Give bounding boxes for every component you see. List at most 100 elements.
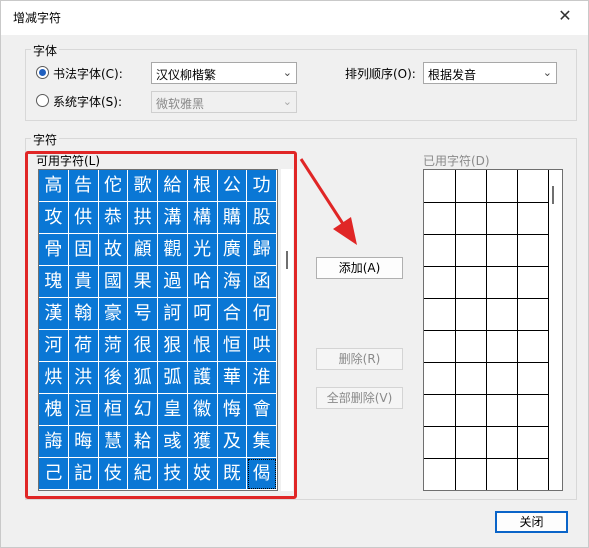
- char-cell[interactable]: 狐: [128, 362, 158, 394]
- char-cell[interactable]: 槐: [39, 394, 69, 426]
- close-window-icon[interactable]: ✕: [556, 7, 574, 25]
- char-cell[interactable]: 弧: [158, 362, 188, 394]
- char-cell[interactable]: 函: [247, 266, 277, 298]
- char-cell[interactable]: 哈: [187, 266, 218, 298]
- char-cell[interactable]: 公: [217, 170, 248, 202]
- char-cell[interactable]: 光: [187, 234, 218, 266]
- available-scrollbar-thumb[interactable]: [286, 251, 288, 269]
- arrow-annotation-head: [333, 217, 357, 245]
- char-cell[interactable]: 瑰: [39, 266, 69, 298]
- char-cell[interactable]: 伎: [98, 458, 129, 490]
- remove-all-button[interactable]: 全部删除(V): [316, 387, 403, 409]
- char-cell[interactable]: 國: [98, 266, 129, 298]
- char-cell[interactable]: 拱: [128, 202, 158, 234]
- char-cell[interactable]: 彧: [158, 426, 188, 458]
- char-cell[interactable]: 呵: [187, 298, 218, 330]
- system-font-label[interactable]: 系统字体(S):: [53, 93, 122, 110]
- char-cell[interactable]: 股: [247, 202, 277, 234]
- char-cell[interactable]: 固: [68, 234, 99, 266]
- char-cell[interactable]: 烘: [39, 362, 69, 394]
- char-cell[interactable]: 漢: [39, 298, 69, 330]
- char-cell[interactable]: 恒: [217, 330, 248, 362]
- char-cell[interactable]: 骨: [39, 234, 69, 266]
- char-cell[interactable]: 根: [187, 170, 218, 202]
- char-cell[interactable]: 歌: [128, 170, 158, 202]
- char-cell[interactable]: 徽: [187, 394, 218, 426]
- char-cell[interactable]: 誨: [39, 426, 69, 458]
- calligraphy-font-label[interactable]: 书法字体(C):: [53, 65, 123, 82]
- char-cell[interactable]: 華: [217, 362, 248, 394]
- char-cell[interactable]: 記: [68, 458, 99, 490]
- char-cell[interactable]: 哄: [247, 330, 277, 362]
- char-cell[interactable]: 合: [217, 298, 248, 330]
- char-cell[interactable]: 攻: [39, 202, 69, 234]
- char-cell[interactable]: 号: [128, 298, 158, 330]
- char-cell[interactable]: 既: [217, 458, 248, 490]
- add-button[interactable]: 添加(A): [316, 257, 403, 279]
- remove-button[interactable]: 删除(R): [316, 348, 403, 370]
- char-cell[interactable]: 悔: [217, 394, 248, 426]
- available-chars-grid[interactable]: 高告佗歌給根公功攻供恭拱溝構購股骨固故顧觀光廣歸瑰貴國果過哈海函漢翰豪号訶呵合何…: [38, 169, 278, 491]
- char-cell[interactable]: 豪: [98, 298, 129, 330]
- char-cell[interactable]: 過: [158, 266, 188, 298]
- char-cell[interactable]: 幻: [128, 394, 158, 426]
- char-cell[interactable]: 慧: [98, 426, 129, 458]
- calligraphy-font-radio[interactable]: [36, 66, 49, 79]
- char-cell[interactable]: 會: [247, 394, 277, 426]
- used-scrollbar-thumb[interactable]: [552, 186, 554, 204]
- add-remove-chars-dialog: 增减字符 ✕ 字体 书法字体(C): 汉仪柳楷繁 ⌄ 排列顺序(O): 根据发音…: [0, 0, 589, 548]
- char-cell[interactable]: 歸: [247, 234, 277, 266]
- char-cell[interactable]: 海: [217, 266, 248, 298]
- char-cell[interactable]: 己: [39, 458, 69, 490]
- char-cell[interactable]: 妓: [187, 458, 218, 490]
- char-cell[interactable]: 偈: [247, 458, 277, 490]
- char-cell[interactable]: 貴: [68, 266, 99, 298]
- char-cell[interactable]: 皇: [158, 394, 188, 426]
- char-cell[interactable]: 何: [247, 298, 277, 330]
- available-scrollbar[interactable]: [281, 169, 293, 491]
- char-cell[interactable]: 訶: [158, 298, 188, 330]
- char-cell[interactable]: 及: [217, 426, 248, 458]
- char-cell[interactable]: 耠: [128, 426, 158, 458]
- char-cell[interactable]: 技: [158, 458, 188, 490]
- char-cell[interactable]: 晦: [68, 426, 99, 458]
- char-cell[interactable]: 洪: [68, 362, 99, 394]
- sort-order-select[interactable]: 根据发音 ⌄: [423, 62, 557, 84]
- char-cell[interactable]: 恭: [98, 202, 129, 234]
- char-cell[interactable]: 購: [217, 202, 248, 234]
- char-cell[interactable]: 後: [98, 362, 129, 394]
- close-button[interactable]: 关闭: [495, 511, 568, 533]
- char-cell[interactable]: 顧: [128, 234, 158, 266]
- char-cell[interactable]: 給: [158, 170, 188, 202]
- system-font-value: 微软雅黑: [156, 97, 205, 111]
- char-cell[interactable]: 淮: [247, 362, 277, 394]
- char-cell[interactable]: 紀: [128, 458, 158, 490]
- char-cell[interactable]: 功: [247, 170, 277, 202]
- char-cell[interactable]: 觀: [158, 234, 188, 266]
- calligraphy-font-select[interactable]: 汉仪柳楷繁 ⌄: [151, 62, 297, 84]
- char-cell[interactable]: 故: [98, 234, 129, 266]
- char-cell[interactable]: 獲: [187, 426, 218, 458]
- char-cell[interactable]: 恨: [187, 330, 218, 362]
- char-cell[interactable]: 狠: [158, 330, 188, 362]
- char-cell[interactable]: 佗: [98, 170, 129, 202]
- char-cell[interactable]: 荷: [68, 330, 99, 362]
- char-cell[interactable]: 廣: [217, 234, 248, 266]
- char-cell[interactable]: 集: [247, 426, 277, 458]
- char-cell[interactable]: 洹: [68, 394, 99, 426]
- char-cell[interactable]: 護: [187, 362, 218, 394]
- char-cell[interactable]: 菏: [98, 330, 129, 362]
- char-cell[interactable]: 果: [128, 266, 158, 298]
- char-cell[interactable]: 溝: [158, 202, 188, 234]
- char-cell[interactable]: 河: [39, 330, 69, 362]
- char-cell[interactable]: 告: [68, 170, 99, 202]
- char-cell[interactable]: 翰: [68, 298, 99, 330]
- char-cell[interactable]: 高: [39, 170, 69, 202]
- char-cell[interactable]: 桓: [98, 394, 129, 426]
- title-bar: 增减字符 ✕: [1, 1, 588, 35]
- char-cell[interactable]: 供: [68, 202, 99, 234]
- used-chars-grid[interactable]: [423, 169, 563, 491]
- system-font-radio[interactable]: [36, 94, 49, 107]
- char-cell[interactable]: 構: [187, 202, 218, 234]
- char-cell[interactable]: 很: [128, 330, 158, 362]
